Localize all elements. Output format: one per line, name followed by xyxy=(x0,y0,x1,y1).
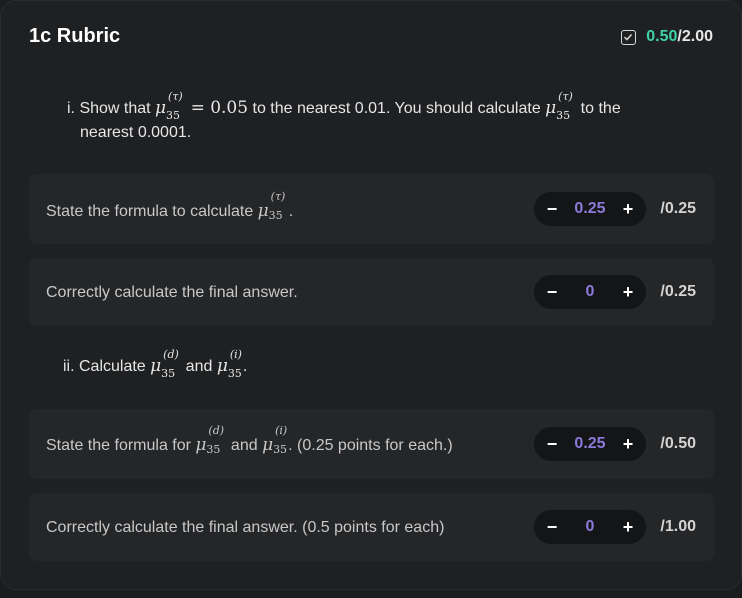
criterion-card-4: Correctly calculate the final answer. (0… xyxy=(29,493,714,561)
math-mu-35-d-2: μ (d) 35 xyxy=(195,424,225,456)
rubric-panel: 1c Rubric 0.50 /2.00 i. Show that μ (τ) 35… xyxy=(0,0,742,590)
criterion-3-text: State the formula for μ (d) 35 and μ (i) 35.… xyxy=(46,424,453,456)
criterion-card-2: Correctly calculate the final answer. − … xyxy=(29,258,714,326)
criterion-4-stepper: − 0 + xyxy=(534,510,646,544)
increment-button[interactable]: + xyxy=(620,199,636,220)
criterion-3-stepper: − 0.25 + xyxy=(534,427,646,461)
question-part-ii: ii. Calculate μ (d) 35 and μ (i) 35. xyxy=(63,348,248,380)
criterion-2-value[interactable]: 0 xyxy=(586,283,595,301)
math-mu-35-tau: μ (τ) 35 xyxy=(155,90,183,122)
criterion-card-1: State the formula to calculate μ (τ) 35. −… xyxy=(29,174,714,244)
math-mu-35-d: μ (d) 35 xyxy=(150,348,179,380)
math-mu-35-tau-2: μ (τ) 35 xyxy=(545,90,573,122)
criterion-3-max: /0.50 xyxy=(660,435,696,452)
part-i-suffix: to the xyxy=(576,100,621,117)
criterion-4-value[interactable]: 0 xyxy=(586,518,595,536)
decrement-button[interactable]: − xyxy=(544,199,560,220)
criterion-1-text: State the formula to calculate μ (τ) 35. xyxy=(46,190,294,222)
criterion-1-max: /0.25 xyxy=(660,200,696,217)
criterion-1-stepper: − 0.25 + xyxy=(534,192,646,226)
score-earned: 0.50 xyxy=(646,28,678,45)
part-i-mid: to the nearest 0.01. You should calculat… xyxy=(248,100,546,117)
criterion-card-3: State the formula for μ (d) 35 and μ (i) 35.… xyxy=(29,409,714,479)
math-mu-35-tau-3: μ (τ) 35 xyxy=(257,190,286,222)
increment-button[interactable]: + xyxy=(620,434,636,455)
part-i-equals: = 0.05 xyxy=(190,98,249,118)
decrement-button[interactable]: − xyxy=(544,517,560,538)
criterion-3-value[interactable]: 0.25 xyxy=(574,435,605,453)
criterion-2-max: /0.25 xyxy=(660,283,696,300)
decrement-button[interactable]: − xyxy=(544,282,560,303)
part-i-line2: nearest 0.0001. xyxy=(80,124,192,141)
increment-button[interactable]: + xyxy=(620,282,636,303)
math-mu-35-i: μ (i) 35 xyxy=(216,348,242,380)
criterion-4-max: /1.00 xyxy=(660,518,696,535)
score-summary: 0.50 /2.00 xyxy=(621,28,713,46)
criterion-1-value[interactable]: 0.25 xyxy=(574,200,605,218)
increment-button[interactable]: + xyxy=(620,517,636,538)
part-i-prefix: i. Show that xyxy=(67,100,156,117)
criterion-4-text: Correctly calculate the final answer. (0… xyxy=(46,519,445,536)
checkbox-checked-icon[interactable] xyxy=(621,29,637,45)
criterion-2-text: Correctly calculate the final answer. xyxy=(46,284,298,301)
question-part-i: i. Show that μ (τ) 35 = 0.05 to the neares… xyxy=(67,90,687,144)
decrement-button[interactable]: − xyxy=(544,434,560,455)
rubric-title: 1c Rubric xyxy=(29,25,121,47)
score-total: /2.00 xyxy=(677,28,713,45)
criterion-2-stepper: − 0 + xyxy=(534,275,646,309)
rubric-header: 1c Rubric 0.50 /2.00 xyxy=(29,25,713,51)
math-mu-35-i-2: μ (i) 35 xyxy=(262,424,288,456)
